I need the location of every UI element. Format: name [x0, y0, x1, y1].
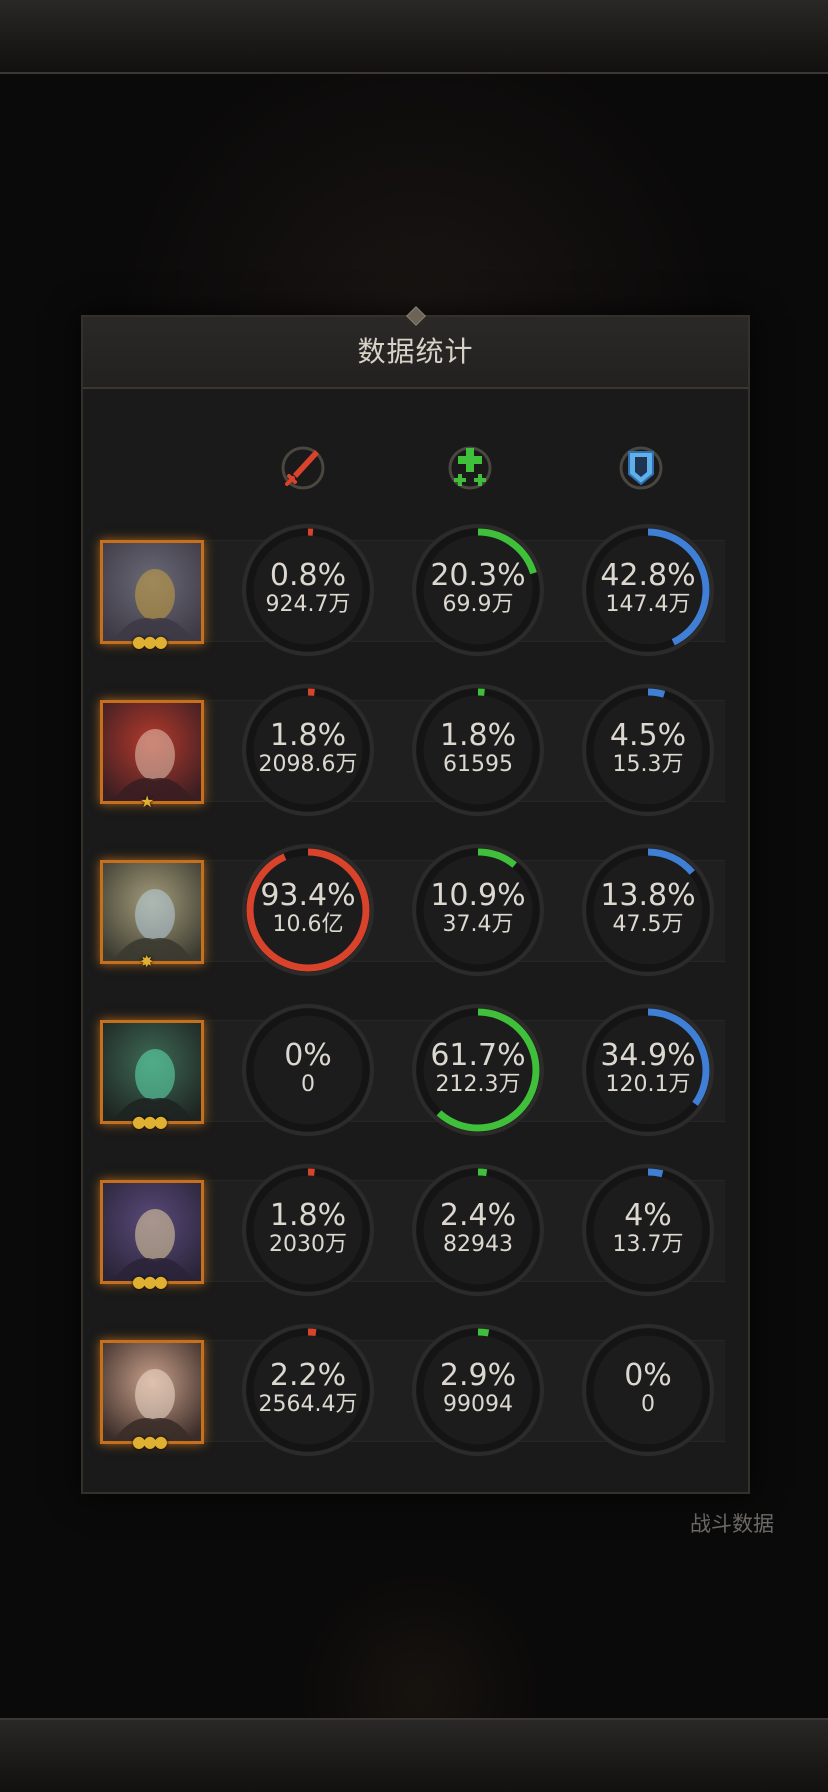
stat-ring: 0% 0	[578, 1320, 718, 1460]
stat-ring: 2.2% 2564.4万	[238, 1320, 378, 1460]
hero-row: ★ 1.8% 2098.6万 1.8% 61595 4.5% 15.3万	[90, 680, 730, 820]
stat-amount: 15.3万	[612, 752, 684, 777]
stat-percent: 20.3%	[430, 558, 526, 593]
hero-row: ●●● 2.2% 2564.4万 2.9% 99094 0% 0	[90, 1320, 730, 1460]
stat-percent: 1.8%	[439, 718, 517, 753]
stat-ring: 61.7% 212.3万	[408, 1000, 548, 1140]
panel-header: 数据统计	[83, 306, 748, 389]
stat-amount: 147.4万	[605, 592, 691, 617]
battle-data-button-label: 战斗数据	[690, 1512, 774, 1536]
stat-amount: 924.7万	[265, 592, 351, 617]
stat-ring: 1.8% 61595	[408, 680, 548, 820]
stat-percent: 4%	[624, 1198, 672, 1233]
shield-defense-icon	[613, 440, 669, 496]
stat-amount: 2098.6万	[258, 752, 358, 777]
stat-percent: 0%	[284, 1038, 332, 1073]
stat-amount: 0	[641, 1392, 655, 1417]
stat-amount: 99094	[443, 1392, 513, 1417]
stat-amount: 69.9万	[442, 592, 514, 617]
stat-amount: 2564.4万	[258, 1392, 358, 1417]
crowned-elf-portrait[interactable]	[100, 860, 204, 964]
stat-amount: 13.7万	[612, 1232, 684, 1257]
stat-amount: 47.5万	[612, 912, 684, 937]
stat-percent: 93.4%	[260, 878, 356, 913]
stat-percent: 1.8%	[269, 718, 347, 753]
rank-stars: ●●●	[132, 1112, 168, 1131]
stat-ring: 4.5% 15.3万	[578, 680, 718, 820]
rank-stars: ✸	[140, 952, 154, 971]
stat-amount: 2030万	[269, 1232, 347, 1257]
panel-title: 数据统计	[357, 335, 474, 368]
stat-ring: 10.9% 37.4万	[408, 840, 548, 980]
stat-percent: 34.9%	[600, 1038, 696, 1073]
stat-ring: 0% 0	[238, 1000, 378, 1140]
stat-ring: 1.8% 2030万	[238, 1160, 378, 1300]
hero-row: ●●● 0.8% 924.7万 20.3% 69.9万 42.8% 147.4万	[90, 520, 730, 660]
hero-row: ●●● 1.8% 2030万 2.4% 82943 4% 13.7万	[90, 1160, 730, 1300]
stat-amount: 0	[301, 1072, 315, 1097]
dragon-beast-portrait[interactable]	[100, 540, 204, 644]
stat-percent: 13.8%	[600, 878, 696, 913]
bottom-frame-bar	[0, 1718, 828, 1792]
hero-row: ✸ 93.4% 10.6亿 10.9% 37.4万 13.8% 47.5万	[90, 840, 730, 980]
stat-amount: 212.3万	[435, 1072, 521, 1097]
stat-amount: 10.6亿	[272, 912, 344, 937]
stat-ring: 42.8% 147.4万	[578, 520, 718, 660]
stat-ring: 1.8% 2098.6万	[238, 680, 378, 820]
stat-ring: 2.9% 99094	[408, 1320, 548, 1460]
stat-amount: 61595	[443, 752, 513, 777]
stat-ring: 4% 13.7万	[578, 1160, 718, 1300]
stat-percent: 0%	[624, 1358, 672, 1393]
red-hair-woman-portrait[interactable]	[100, 700, 204, 804]
stat-percent: 42.8%	[600, 558, 696, 593]
stat-percent: 2.2%	[269, 1358, 347, 1393]
stat-amount: 120.1万	[605, 1072, 691, 1097]
stat-ring: 2.4% 82943	[408, 1160, 548, 1300]
stat-percent: 1.8%	[269, 1198, 347, 1233]
stat-ring: 34.9% 120.1万	[578, 1000, 718, 1140]
stat-percent: 2.9%	[439, 1358, 517, 1393]
stat-percent: 0.8%	[269, 558, 347, 593]
rank-stars: ●●●	[132, 1272, 168, 1291]
stat-percent: 4.5%	[609, 718, 687, 753]
rank-stars: ●●●	[132, 632, 168, 651]
stat-percent: 10.9%	[430, 878, 526, 913]
hero-row: ●●● 0% 0 61.7% 212.3万 34.9% 120.1万	[90, 1000, 730, 1140]
stat-ring: 0.8% 924.7万	[238, 520, 378, 660]
stat-percent: 2.4%	[439, 1198, 517, 1233]
stat-percent: 61.7%	[430, 1038, 526, 1073]
stat-ring: 13.8% 47.5万	[578, 840, 718, 980]
stat-amount: 82943	[443, 1232, 513, 1257]
rank-stars: ●●●	[132, 1432, 168, 1451]
stat-amount: 37.4万	[442, 912, 514, 937]
rank-stars: ★	[140, 792, 154, 811]
antler-druid-portrait[interactable]	[100, 1020, 204, 1124]
top-frame-bar	[0, 0, 828, 74]
blonde-woman-portrait[interactable]	[100, 1340, 204, 1444]
hooded-girl-portrait[interactable]	[100, 1180, 204, 1284]
stat-ring: 93.4% 10.6亿	[238, 840, 378, 980]
stat-ring: 20.3% 69.9万	[408, 520, 548, 660]
heal-cross-icon	[442, 440, 498, 496]
sword-damage-icon	[275, 440, 331, 496]
